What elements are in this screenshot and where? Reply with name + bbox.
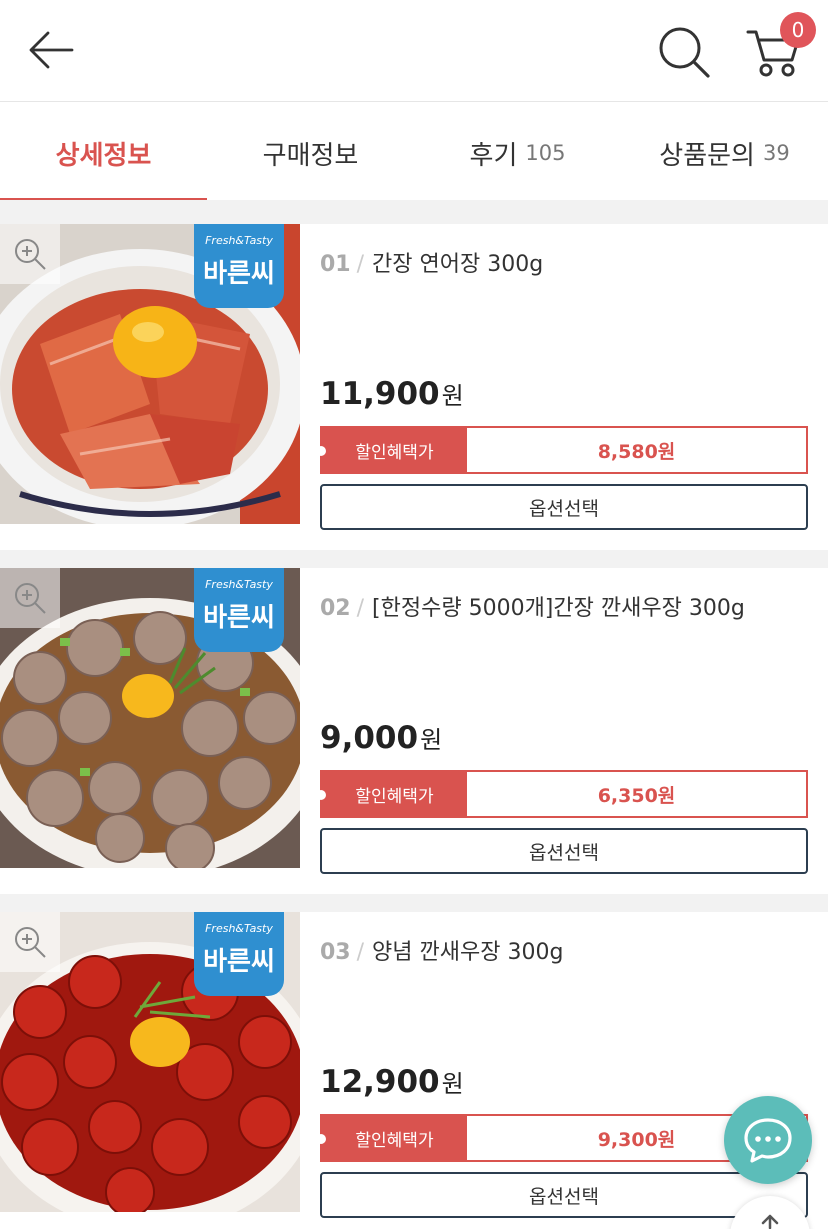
product-image-shrimp-soy[interactable]: Fresh&Tasty 바른씨 xyxy=(0,568,300,868)
zoom-button[interactable] xyxy=(0,568,60,628)
divider xyxy=(0,550,828,568)
tab-label: 후기 xyxy=(469,140,518,171)
arrow-left-icon xyxy=(29,31,74,69)
currency-unit: 원 xyxy=(441,382,464,410)
brand-name: 바른씨 xyxy=(203,259,275,289)
brand-name: 바른씨 xyxy=(203,947,275,977)
price-value: 11,900 xyxy=(320,376,440,412)
discount-label: 할인혜택가 xyxy=(316,1116,467,1160)
chat-bubble-icon xyxy=(744,1118,792,1163)
tab-label: 상세정보 xyxy=(55,140,152,171)
discount-price-box: 할인혜택가 6,350원 xyxy=(316,770,808,818)
product-name[interactable]: 01/간장 연어장 300g xyxy=(320,246,543,278)
discount-price: 6,350원 xyxy=(597,784,676,807)
zoom-button[interactable] xyxy=(0,912,60,972)
discount-label: 할인혜택가 xyxy=(316,428,467,472)
discount-price-box: 할인혜택가 8,580원 xyxy=(316,426,808,474)
search-button[interactable] xyxy=(656,24,712,80)
product-title: 간장 연어장 300g xyxy=(372,252,544,277)
tab-purchase-info[interactable]: 구매정보 xyxy=(207,103,414,203)
product-image-salmon[interactable]: Fresh&Tasty 바른씨 xyxy=(0,224,300,524)
spacer: 옵션선택 xyxy=(0,828,828,894)
back-button[interactable] xyxy=(26,28,76,72)
tab-reviews[interactable]: 후기 105 xyxy=(414,103,621,203)
zoom-in-icon xyxy=(15,583,46,614)
tab-detail-info[interactable]: 상세정보 xyxy=(0,103,207,203)
spacer: 옵션선택 xyxy=(0,484,828,550)
currency-unit: 원 xyxy=(420,726,443,754)
divider xyxy=(0,894,828,912)
product-name[interactable]: 03/양념 깐새우장 300g xyxy=(320,934,563,966)
tab-bar: 상세정보 구매정보 후기 105 상품문의 39 xyxy=(0,103,828,303)
option-select-button[interactable]: 옵션선택 xyxy=(320,1172,808,1218)
divider xyxy=(0,200,828,224)
product-image-shrimp-spicy[interactable]: Fresh&Tasty 바른씨 xyxy=(0,912,300,1212)
tab-count: 39 xyxy=(762,141,790,165)
arrow-up-icon xyxy=(761,1214,779,1229)
product-title: 양념 깐새우장 300g xyxy=(372,940,564,965)
discount-price: 8,580원 xyxy=(597,440,676,463)
option-select-button[interactable]: 옵션선택 xyxy=(320,828,808,874)
tab-label: 상품문의 xyxy=(659,140,755,171)
cart-count-badge: 0 xyxy=(780,12,816,48)
product-name[interactable]: 02/[한정수량 5000개]간장 깐새우장 300g xyxy=(320,590,745,622)
product-price: 9,000원 xyxy=(320,720,442,756)
zoom-button[interactable] xyxy=(0,224,60,284)
brand-tagline: Fresh&Tasty xyxy=(205,234,273,247)
top-bar: 0 xyxy=(0,0,828,102)
product-number: 02 xyxy=(320,596,351,621)
discount-label: 할인혜택가 xyxy=(316,772,467,816)
option-select-button[interactable]: 옵션선택 xyxy=(320,484,808,530)
product-price: 11,900원 xyxy=(320,376,464,412)
brand-name: 바른씨 xyxy=(203,603,275,633)
brand-logo: Fresh&Tasty 바른씨 xyxy=(194,224,284,308)
product-info: 02/[한정수량 5000개]간장 깐새우장 300g 9,000원 할인혜택가… xyxy=(316,568,808,868)
zoom-in-icon xyxy=(15,239,46,270)
price-value: 12,900 xyxy=(320,1064,440,1100)
product-number: 03 xyxy=(320,940,351,965)
zoom-in-icon xyxy=(15,927,46,958)
product-list: Fresh&Tasty 바른씨 01/간장 연어장 300g 11,900원 할… xyxy=(0,200,828,1229)
product-info: 01/간장 연어장 300g 11,900원 할인혜택가 8,580원 xyxy=(316,224,808,524)
tab-label: 구매정보 xyxy=(262,140,359,171)
product-item: Fresh&Tasty 바른씨 02/[한정수량 5000개]간장 깐새우장 3… xyxy=(0,568,828,868)
tab-count: 105 xyxy=(525,141,566,165)
chat-button[interactable] xyxy=(724,1096,812,1184)
brand-tagline: Fresh&Tasty xyxy=(205,578,273,591)
brand-logo: Fresh&Tasty 바른씨 xyxy=(194,912,284,996)
spacer: 옵션선택 xyxy=(0,1172,828,1229)
product-number: 01 xyxy=(320,252,351,277)
product-title: [한정수량 5000개]간장 깐새우장 300g xyxy=(372,596,745,621)
search-icon xyxy=(659,27,710,78)
price-value: 9,000 xyxy=(320,720,419,756)
brand-tagline: Fresh&Tasty xyxy=(205,922,273,935)
tab-product-qna[interactable]: 상품문의 39 xyxy=(621,103,828,203)
product-price: 12,900원 xyxy=(320,1064,464,1100)
currency-unit: 원 xyxy=(441,1070,464,1098)
product-item: Fresh&Tasty 바른씨 01/간장 연어장 300g 11,900원 할… xyxy=(0,224,828,524)
product-item: Fresh&Tasty 바른씨 03/양념 깐새우장 300g 12,900원 … xyxy=(0,912,828,1212)
brand-logo: Fresh&Tasty 바른씨 xyxy=(194,568,284,652)
